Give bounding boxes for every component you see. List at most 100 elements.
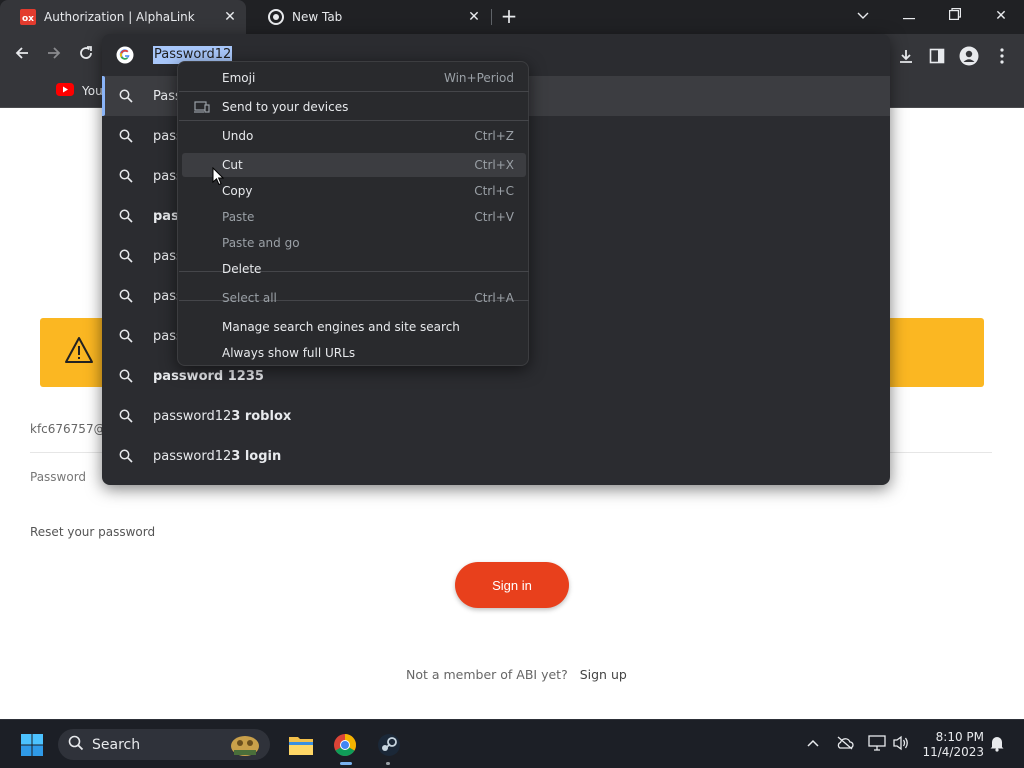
menu-item-label: Cut <box>222 158 243 172</box>
menu-item-delete[interactable]: Delete <box>182 257 526 281</box>
more-menu-icon[interactable] <box>990 44 1014 68</box>
side-panel-icon[interactable] <box>925 44 949 68</box>
sign-in-button[interactable]: Sign in <box>455 562 569 608</box>
windows-start-icon[interactable] <box>15 728 49 762</box>
reload-icon[interactable] <box>74 44 98 68</box>
tab-title: New Tab <box>292 10 343 24</box>
devices-icon <box>194 100 210 114</box>
search-highlight-icon <box>228 732 262 762</box>
taskbar: Search 8:10 PM 11/4/2023 <box>0 719 1024 768</box>
chevron-up-icon[interactable] <box>802 732 824 754</box>
tab-strip: ox Authorization | AlphaLink ✕ New Tab ✕… <box>0 0 1024 34</box>
menu-item-label: Paste <box>222 210 255 224</box>
cloud-offline-icon[interactable] <box>834 732 856 754</box>
close-tab-icon[interactable]: ✕ <box>222 9 238 25</box>
search-label: Search <box>92 736 141 753</box>
menu-item-label: Paste and go <box>222 236 300 250</box>
password-field[interactable]: Password <box>30 470 86 484</box>
mouse-cursor-icon <box>212 166 225 186</box>
context-menu: Emoji Win+Period Send to your devices Undo C… <box>177 61 529 366</box>
volume-icon[interactable] <box>890 732 912 754</box>
chrome-taskbar-icon[interactable] <box>328 728 362 762</box>
menu-item-shortcut: Ctrl+Z <box>474 129 514 143</box>
search-icon <box>119 89 133 103</box>
close-window-icon[interactable]: ✕ <box>986 3 1016 29</box>
warning-triangle-icon <box>64 336 94 368</box>
search-icon <box>119 369 133 383</box>
suggestion-item[interactable]: password123 roblox <box>102 396 890 436</box>
menu-item-undo[interactable]: Undo Ctrl+Z <box>182 124 526 148</box>
menu-item-shortcut: Ctrl+C <box>474 184 514 198</box>
search-icon <box>119 329 133 343</box>
signup-prompt: Not a member of ABI yet? Sign up <box>406 667 627 682</box>
minimize-icon[interactable] <box>894 3 924 29</box>
menu-item-copy[interactable]: Copy Ctrl+C <box>182 179 526 203</box>
network-icon[interactable] <box>866 732 888 754</box>
menu-item-label: Delete <box>222 262 262 276</box>
search-icon <box>119 249 133 263</box>
email-field[interactable]: kfc676757@ <box>30 422 106 436</box>
menu-item-label: Copy <box>222 184 253 198</box>
suggestion-bold: 3 login <box>231 448 282 464</box>
menu-item-label: Always show full URLs <box>222 346 356 360</box>
restore-icon[interactable] <box>940 3 970 29</box>
chrome-icon <box>268 9 284 25</box>
menu-item-label: Undo <box>222 129 254 143</box>
menu-item-always-show-full-urls[interactable]: Always show full URLs <box>182 341 526 365</box>
alphalink-icon: ox <box>20 9 36 25</box>
suggestion-prefix: password12 <box>153 448 232 464</box>
forward-arrow-icon[interactable] <box>42 44 66 68</box>
suggestion-item[interactable]: password123 login <box>102 436 890 476</box>
reset-password-link[interactable]: Reset your password <box>30 525 155 539</box>
search-icon <box>119 129 133 143</box>
suggestion-text: password123 login <box>153 449 281 464</box>
menu-item-shortcut: Ctrl+V <box>474 210 514 224</box>
close-tab-icon[interactable]: ✕ <box>466 9 482 25</box>
tab-search-chevron-icon[interactable] <box>848 3 878 29</box>
menu-item-manage-search-engines-and-site-search[interactable]: Manage search engines and site search <box>182 315 526 339</box>
tab-authorization[interactable]: ox Authorization | AlphaLink ✕ <box>0 0 246 34</box>
file-explorer-icon[interactable] <box>284 728 318 762</box>
suggestion-bold: password 1235 <box>153 368 264 384</box>
suggestion-bold: pas <box>153 208 179 224</box>
suggestion-prefix: password12 <box>153 408 232 424</box>
menu-item-label: Manage search engines and site search <box>222 320 460 334</box>
suggestion-text: password123 roblox <box>153 409 291 424</box>
search-icon <box>119 169 133 183</box>
download-icon[interactable] <box>894 44 918 68</box>
bookmark-label: You <box>82 84 103 98</box>
taskbar-search-box[interactable]: Search <box>58 729 270 760</box>
menu-item-shortcut: Ctrl+X <box>474 158 514 172</box>
back-arrow-icon[interactable] <box>10 44 34 68</box>
notification-bell-icon[interactable] <box>986 732 1008 754</box>
menu-item-send-to-your-devices[interactable]: Send to your devices <box>182 95 526 119</box>
menu-item-paste-and-go[interactable]: Paste and go <box>182 231 526 255</box>
search-icon <box>119 289 133 303</box>
sign-up-link[interactable]: Sign up <box>580 667 627 682</box>
tab-title: Authorization | AlphaLink <box>44 10 195 24</box>
google-icon <box>116 46 134 64</box>
menu-item-label: Select all <box>222 291 277 305</box>
suggestion-text: password 1235 <box>153 369 264 384</box>
clock-date: 11/4/2023 <box>922 745 984 759</box>
tab-new-tab[interactable]: New Tab ✕ <box>248 0 490 34</box>
bookmark-youtube[interactable]: You <box>56 83 103 99</box>
new-tab-button[interactable]: + <box>498 6 520 28</box>
running-app-indicator <box>386 762 390 765</box>
menu-item-select-all[interactable]: Select all Ctrl+A <box>182 286 526 310</box>
tab-separator <box>491 9 492 25</box>
menu-item-cut[interactable]: Cut Ctrl+X <box>182 153 526 177</box>
menu-item-label: Emoji <box>222 71 256 85</box>
menu-item-paste[interactable]: Paste Ctrl+V <box>182 205 526 229</box>
suggestion-text: pas <box>153 209 179 224</box>
profile-avatar-icon[interactable] <box>957 44 981 68</box>
search-icon <box>119 409 133 423</box>
youtube-icon <box>56 83 74 99</box>
search-icon <box>119 209 133 223</box>
steam-icon[interactable] <box>372 728 406 762</box>
system-clock[interactable]: 8:10 PM 11/4/2023 <box>920 730 984 760</box>
not-member-text: Not a member of ABI yet? <box>406 667 568 682</box>
menu-item-emoji[interactable]: Emoji Win+Period <box>182 66 526 90</box>
menu-item-label: Send to your devices <box>222 100 349 114</box>
suggestion-bold: 3 roblox <box>231 408 292 424</box>
